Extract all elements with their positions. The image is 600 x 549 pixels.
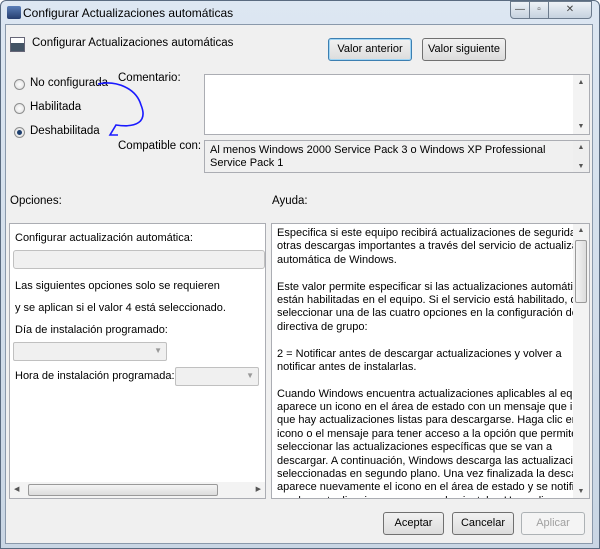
scroll-down-icon[interactable]: ▼: [573, 123, 589, 130]
options-horizontal-scrollbar[interactable]: ◀ ▶: [10, 482, 265, 498]
options-panel: Configurar actualización automática: Las…: [9, 223, 266, 499]
help-text-line: seleccionadas en segundo plano. Una vez …: [277, 468, 590, 481]
scroll-thumb[interactable]: [575, 240, 587, 303]
help-panel: Especifica si este equipo recibirá actua…: [271, 223, 590, 499]
help-text-line: [277, 267, 589, 280]
scroll-up-icon[interactable]: ▲: [573, 227, 589, 234]
compatible-field: Al menos Windows 2000 Service Pack 3 o W…: [204, 140, 590, 173]
help-text-line: Cuando Windows encuentra actualizaciones…: [277, 387, 590, 400]
help-text-line: 2 = Notificar antes de descargar actuali…: [277, 347, 562, 360]
configure-label: Configurar actualización automática:: [15, 232, 193, 244]
help-text-line: que hay actualizaciones listas para desc…: [277, 414, 590, 427]
help-text-line: aparece nuevamente el icono en el área d…: [277, 481, 586, 494]
scroll-down-icon[interactable]: ▼: [573, 163, 589, 170]
comment-scrollbar[interactable]: ▲ ▼: [573, 75, 589, 134]
compatible-value: Al menos Windows 2000 Service Pack 3 o W…: [210, 144, 546, 169]
radio-label: Deshabilitada: [30, 125, 100, 137]
minimize-button[interactable]: —: [510, 1, 530, 19]
help-scrollbar[interactable]: ▲ ▼: [573, 224, 589, 498]
help-text-line: aparece un icono en el área de estado co…: [277, 401, 590, 414]
help-text-line: [277, 374, 589, 387]
radio-button[interactable]: [14, 127, 25, 138]
close-button[interactable]: ✕: [548, 1, 592, 19]
scroll-left-icon[interactable]: ◀: [14, 485, 19, 493]
help-text-line: otras descargas importantes a través del…: [277, 240, 590, 253]
policy-app-icon: [7, 6, 21, 19]
compatible-scrollbar[interactable]: ▲ ▼: [573, 141, 589, 172]
radio-label: Habilitada: [30, 101, 82, 113]
title-bar: Configurar Actualizaciones automáticas —…: [1, 1, 599, 25]
policy-setting-icon: [10, 37, 25, 52]
options-note-line2: y se aplican si el valor 4 está seleccio…: [15, 302, 226, 314]
help-text-line: descargar. A continuación, Windows desca…: [277, 454, 590, 467]
options-note-line1: Las siguientes opciones solo se requiere…: [15, 280, 220, 292]
scroll-down-icon[interactable]: ▼: [573, 488, 589, 495]
day-dropdown[interactable]: ▼: [13, 342, 167, 361]
window-title: Configurar Actualizaciones automáticas: [23, 6, 234, 20]
chevron-down-icon: ▼: [246, 371, 254, 380]
previous-setting-button[interactable]: Valor anterior: [328, 38, 412, 61]
comment-textarea[interactable]: ▲ ▼: [204, 74, 590, 135]
comment-label: Comentario:: [118, 72, 181, 84]
help-text-line: seleccionar una de las cuatro opciones e…: [277, 307, 578, 320]
help-text-line: Este valor permite especificar si las ac…: [277, 280, 590, 293]
help-text-line: están habilitadas en el equipo. Si el se…: [277, 293, 590, 306]
time-label: Hora de instalación programada:: [15, 370, 175, 382]
help-text-line: [277, 334, 589, 347]
radio-button[interactable]: [14, 79, 25, 90]
handwritten-arrow-annotation: [97, 82, 144, 136]
ok-button[interactable]: Aceptar: [383, 512, 444, 535]
help-text-line: directiva de grupo:: [277, 320, 368, 333]
scroll-right-icon[interactable]: ▶: [256, 485, 261, 493]
help-text-line: automática de Windows.: [277, 253, 397, 266]
configure-dropdown[interactable]: [13, 250, 265, 269]
chevron-down-icon: ▼: [154, 346, 162, 355]
help-title: Ayuda:: [272, 195, 308, 207]
day-label: Día de instalación programado:: [15, 324, 168, 336]
help-text-line: Especifica si este equipo recibirá actua…: [277, 227, 590, 239]
help-text-line: que las actualizaciones ya se pueden ins…: [277, 495, 589, 498]
dialog-client: Configurar Actualizaciones automáticas V…: [5, 24, 593, 544]
help-text-line: seleccionar las actualizaciones específi…: [277, 441, 553, 454]
radio-button[interactable]: [14, 103, 25, 114]
apply-button[interactable]: Aplicar: [521, 512, 585, 535]
options-title: Opciones:: [10, 195, 62, 207]
scroll-up-icon[interactable]: ▲: [573, 144, 589, 151]
help-text-line: icono o el mensaje para tener acceso a l…: [277, 427, 578, 440]
help-text-line: notificar antes de instalarlas.: [277, 360, 417, 373]
policy-name: Configurar Actualizaciones automáticas: [32, 37, 234, 49]
maximize-button[interactable]: ▫: [529, 1, 549, 19]
compatible-label: Compatible con:: [118, 140, 202, 152]
help-text: Especifica si este equipo recibirá actua…: [277, 227, 590, 498]
time-dropdown[interactable]: ▼: [175, 367, 259, 386]
next-setting-button[interactable]: Valor siguiente: [422, 38, 506, 61]
scroll-thumb[interactable]: [28, 484, 218, 496]
cancel-button[interactable]: Cancelar: [452, 512, 514, 535]
scroll-up-icon[interactable]: ▲: [573, 79, 589, 86]
